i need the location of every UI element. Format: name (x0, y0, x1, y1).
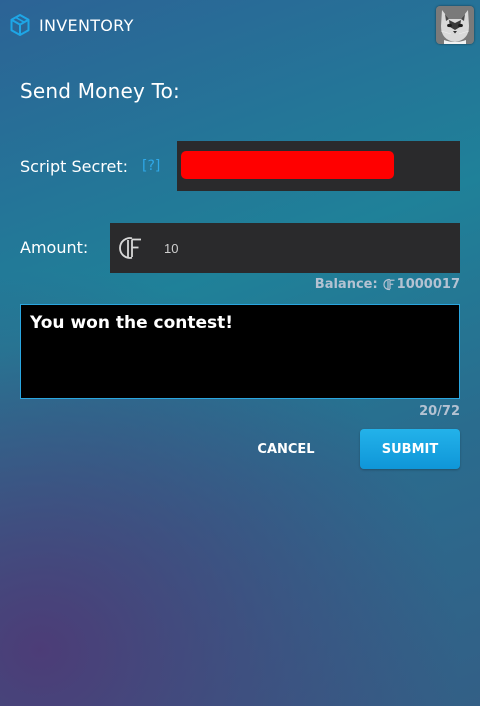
cube-icon (10, 14, 30, 36)
script-secret-field[interactable] (177, 141, 460, 191)
message-text: You won the contest! (30, 313, 234, 333)
message-textarea[interactable]: You won the contest! (20, 304, 460, 399)
inventory-button[interactable]: INVENTORY (10, 12, 134, 38)
top-bar: INVENTORY (0, 0, 480, 50)
balance-value: 1000017 (396, 277, 460, 292)
page-title: Send Money To: (20, 79, 180, 103)
cancel-button[interactable]: CANCEL (247, 430, 325, 468)
redaction-overlay (181, 151, 394, 179)
char-counter: 20/72 (419, 404, 460, 419)
balance-display: Balance: 1000017 (315, 277, 460, 292)
submit-button[interactable]: SUBMIT (360, 429, 460, 469)
currency-icon (383, 278, 395, 291)
currency-icon (119, 237, 141, 259)
amount-input[interactable] (164, 223, 444, 273)
help-link[interactable]: [?] (142, 158, 160, 174)
amount-field[interactable] (110, 223, 460, 273)
inventory-label: INVENTORY (39, 15, 134, 35)
amount-label: Amount: (20, 238, 89, 257)
cat-avatar-icon (436, 6, 474, 44)
balance-label: Balance: (314, 277, 378, 292)
user-avatar[interactable] (436, 6, 474, 44)
script-secret-label: Script Secret: (20, 157, 129, 176)
